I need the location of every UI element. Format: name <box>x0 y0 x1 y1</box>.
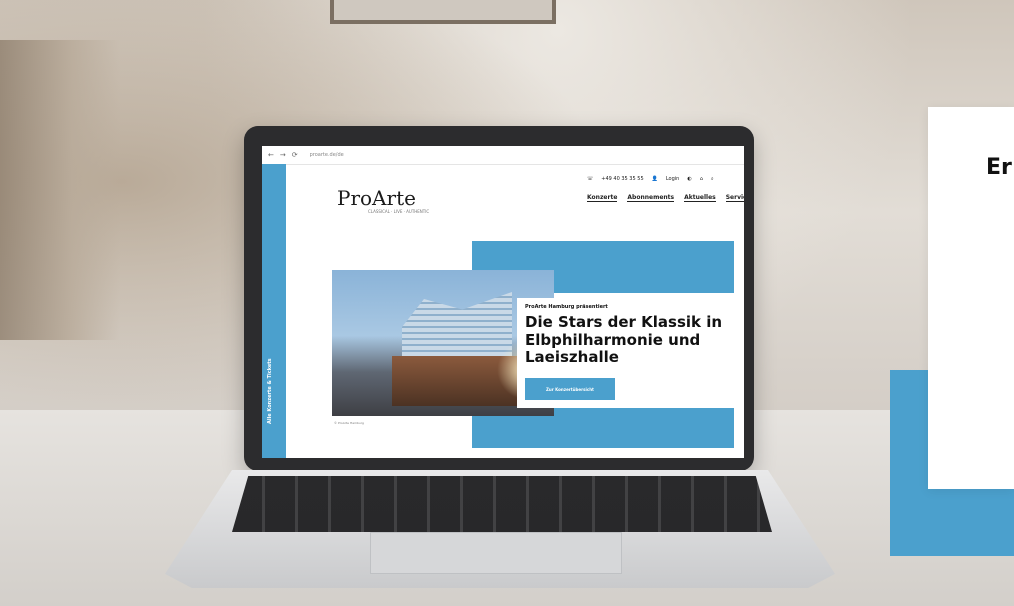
contrast-icon[interactable]: ◐ <box>687 176 691 182</box>
reload-icon[interactable]: ⟳ <box>292 151 298 159</box>
main-nav: Konzerte Abonnements Aktuelles Service <box>587 194 744 202</box>
tickets-side-tab-label: Alle Konzerte & Tickets <box>267 358 273 424</box>
nav-item-aktuelles[interactable]: Aktuelles <box>684 194 716 202</box>
nav-item-konzerte[interactable]: Konzerte <box>587 194 618 202</box>
header-meta: ☏ +49 40 35 35 55 👤 Login ◐ ⌂ ⌕ <box>587 176 714 182</box>
overlay-card: Er <box>928 107 1014 489</box>
nav-item-service[interactable]: Service <box>725 194 744 202</box>
site-header: ProArte CLASSICAL · LIVE · AUTHENTIC ☏ +… <box>292 164 744 214</box>
back-icon[interactable]: ← <box>268 151 274 159</box>
phone-number[interactable]: +49 40 35 35 55 <box>601 176 643 182</box>
site-logo[interactable]: ProArte <box>337 186 416 210</box>
hero-kicker: ProArte Hamburg präsentiert <box>525 304 608 310</box>
concert-overview-button[interactable]: Zur Konzertübersicht <box>525 378 615 400</box>
picture-frame <box>330 0 556 24</box>
phone-icon: ☏ <box>587 176 594 182</box>
site-tagline: CLASSICAL · LIVE · AUTHENTIC <box>368 209 430 214</box>
overlay-heading: Er <box>986 155 1012 180</box>
login-link[interactable]: Login <box>666 176 680 182</box>
nav-item-abonnements[interactable]: Abonnements <box>627 194 675 202</box>
tickets-side-tab[interactable]: Alle Konzerte & Tickets <box>262 164 286 458</box>
image-caption: © ProArte Hamburg <box>334 421 364 425</box>
laptop-trackpad <box>370 532 622 574</box>
window-shade <box>0 40 120 340</box>
hero-card: ProArte Hamburg präsentiert Die Stars de… <box>517 298 735 408</box>
browser-window: ← → ⟳ proarte.de/de Alle Konzerte & Tick… <box>262 146 744 458</box>
user-icon: 👤 <box>651 176 658 182</box>
search-icon[interactable]: ⌕ <box>711 176 714 182</box>
hero-headline: Die Stars der Klassik in Elbphilharmonie… <box>525 313 723 367</box>
forward-icon[interactable]: → <box>280 151 286 159</box>
url-bar[interactable]: proarte.de/de <box>310 152 738 158</box>
browser-toolbar: ← → ⟳ proarte.de/de <box>262 146 744 165</box>
laptop-keyboard <box>232 476 772 532</box>
cart-icon[interactable]: ⌂ <box>700 176 703 182</box>
elbphilharmonie-glass <box>402 292 512 362</box>
